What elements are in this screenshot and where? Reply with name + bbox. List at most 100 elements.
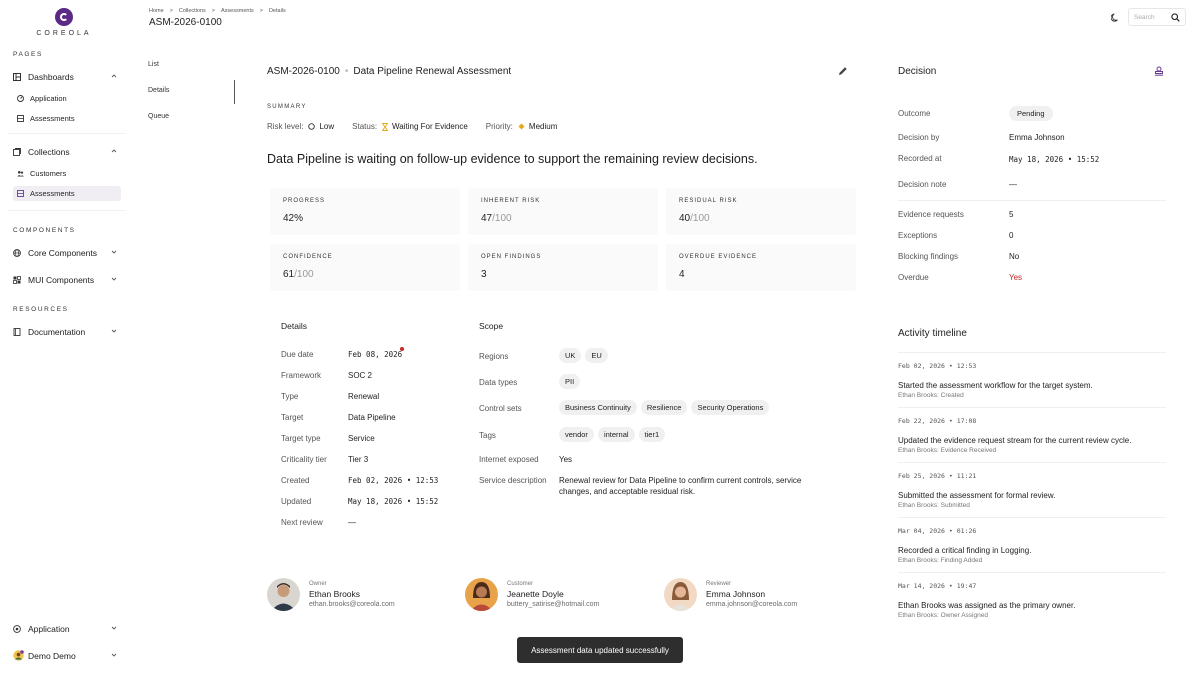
grid-icon	[17, 115, 24, 122]
timeline-sub: Ethan Brooks: Submitted	[898, 502, 970, 509]
section-label-resources: RESOURCES	[13, 306, 69, 313]
detail-updated: May 18, 2026 • 15:52	[348, 497, 439, 506]
person-owner: Owner Ethan Brooks ethan.brooks@coreola.…	[267, 578, 395, 611]
active-tab-indicator	[234, 80, 235, 104]
sidebar-item-customers[interactable]: Customers	[13, 166, 121, 181]
dashboard-icon	[13, 72, 21, 81]
timeline-text: Started the assessment workflow for the …	[898, 381, 1093, 390]
search-input[interactable]: Search	[1128, 8, 1186, 26]
count-key: Exceptions	[898, 231, 938, 240]
timeline-text: Ethan Brooks was assigned as the primary…	[898, 601, 1076, 610]
chevron-down-icon	[111, 328, 117, 334]
tags-chips: vendor internal tier1	[559, 427, 669, 442]
stat-value: 3	[481, 269, 487, 280]
chevron-down-icon	[111, 276, 117, 282]
sidebar-item-dashboards[interactable]: Dashboards	[8, 68, 126, 85]
stamp-icon[interactable]	[1154, 66, 1164, 76]
timeline-date: Feb 22, 2026 • 17:08	[898, 417, 977, 425]
status-label: Status:	[352, 122, 378, 131]
timeline-date: Mar 14, 2026 • 19:47	[898, 582, 977, 590]
outcome-badge: Pending	[1009, 106, 1053, 121]
sidebar-item-assessments[interactable]: Assessments	[13, 186, 121, 201]
scope-key: Tags	[479, 431, 496, 440]
details-title: Details	[281, 321, 307, 331]
decision-by: Emma Johnson	[1009, 133, 1065, 142]
sidebar-item-documentation[interactable]: Documentation	[8, 323, 126, 340]
breadcrumb-collections[interactable]: Collections	[179, 8, 206, 14]
sidebar-item-application[interactable]: Application	[13, 91, 121, 106]
tab-list[interactable]: List	[148, 61, 159, 68]
divider	[898, 462, 1166, 463]
breadcrumb-separator: >	[169, 8, 173, 14]
breadcrumb-assessments[interactable]: Assessments	[221, 8, 254, 14]
service-description: Renewal review for Data Pipeline to conf…	[559, 476, 802, 496]
sidebar: COREOLA PAGES Dashboards Application Ass…	[0, 0, 128, 674]
detail-next-review: —	[348, 518, 356, 527]
datatypes-chips: PII	[559, 374, 584, 389]
timeline-date: Mar 04, 2026 • 01:26	[898, 527, 977, 535]
search-icon[interactable]	[1171, 12, 1180, 22]
sidebar-item-label: Collections	[28, 146, 70, 157]
brand-logo[interactable]: COREOLA	[34, 8, 94, 37]
collection-icon	[13, 147, 21, 156]
tab-queue[interactable]: Queue	[148, 113, 169, 120]
stat-value: 4	[679, 269, 685, 280]
chevron-down-icon	[111, 652, 117, 658]
decision-key: Decision by	[898, 133, 940, 142]
timeline-text: Submitted the assessment for formal revi…	[898, 491, 1056, 500]
stat-label: CONFIDENCE	[283, 254, 333, 260]
decision-key: Recorded at	[898, 154, 942, 163]
sidebar-item-label: Assessments	[30, 114, 75, 123]
chevron-down-icon	[111, 625, 117, 631]
sidebar-item-core-components[interactable]: Core Components	[8, 244, 126, 261]
sidebar-item-label: Dashboards	[28, 71, 74, 82]
theme-toggle-moon-icon[interactable]	[1111, 13, 1120, 22]
user-menu[interactable]: Demo Demo	[8, 647, 126, 664]
stat-residual-risk: RESIDUAL RISK 40/100	[666, 188, 856, 235]
toast-notification[interactable]: Assessment data updated successfully	[517, 637, 683, 663]
decision-title: Decision	[898, 66, 937, 77]
person-email[interactable]: emma.johnson@coreola.com	[706, 601, 797, 608]
stat-value: 40	[679, 213, 691, 224]
tab-details[interactable]: Details	[148, 87, 169, 94]
detail-target-type: Service	[348, 434, 375, 443]
chip-tag: tier1	[638, 427, 666, 442]
decision-note: —	[1009, 180, 1017, 189]
sidebar-item-mui-components[interactable]: MUI Components	[8, 271, 126, 288]
detail-key: Criticality tier	[281, 455, 327, 464]
chip-control: Business Continuity	[559, 400, 637, 415]
sidebar-divider	[8, 210, 126, 211]
globe-icon	[13, 248, 21, 257]
person-email[interactable]: ethan.brooks@coreola.com	[309, 601, 395, 608]
summary-headline: Data Pipeline is waiting on follow-up ev…	[267, 152, 758, 166]
count-key: Blocking findings	[898, 252, 959, 261]
person-role: Customer	[507, 581, 534, 587]
divider	[898, 352, 1166, 353]
timeline-text: Updated the evidence request stream for …	[898, 436, 1132, 445]
components-icon	[13, 275, 21, 284]
scope-key: Regions	[479, 352, 509, 361]
breadcrumb-details: Details	[268, 8, 286, 14]
timeline-text: Recorded a critical finding in Logging.	[898, 546, 1032, 555]
stat-value: 47	[481, 213, 493, 224]
person-email[interactable]: buttery_satirise@hotmail.com	[507, 601, 599, 608]
count-key: Evidence requests	[898, 210, 964, 219]
chip-datatype: PII	[559, 374, 581, 389]
edit-pencil-icon[interactable]	[838, 66, 848, 76]
stat-label: RESIDUAL RISK	[679, 198, 738, 204]
status-value: Waiting For Evidence	[392, 122, 468, 131]
detail-key: Updated	[281, 497, 312, 506]
detail-key: Created	[281, 476, 310, 485]
app-switcher[interactable]: Application	[8, 620, 126, 637]
breadcrumb-separator: >	[259, 8, 263, 14]
breadcrumb-home[interactable]: Home	[149, 8, 164, 14]
person-name: Jeanette Doyle	[507, 589, 564, 599]
overdue-value: Yes	[1009, 273, 1023, 282]
detail-key: Target type	[281, 434, 321, 443]
stat-value: 61	[283, 269, 295, 280]
circle-icon	[308, 123, 316, 130]
sidebar-item-collections[interactable]: Collections	[8, 143, 126, 160]
scope-title: Scope	[479, 321, 504, 331]
stat-suffix: /100	[294, 269, 314, 280]
sidebar-item-assessments-dashboard[interactable]: Assessments	[13, 111, 121, 126]
